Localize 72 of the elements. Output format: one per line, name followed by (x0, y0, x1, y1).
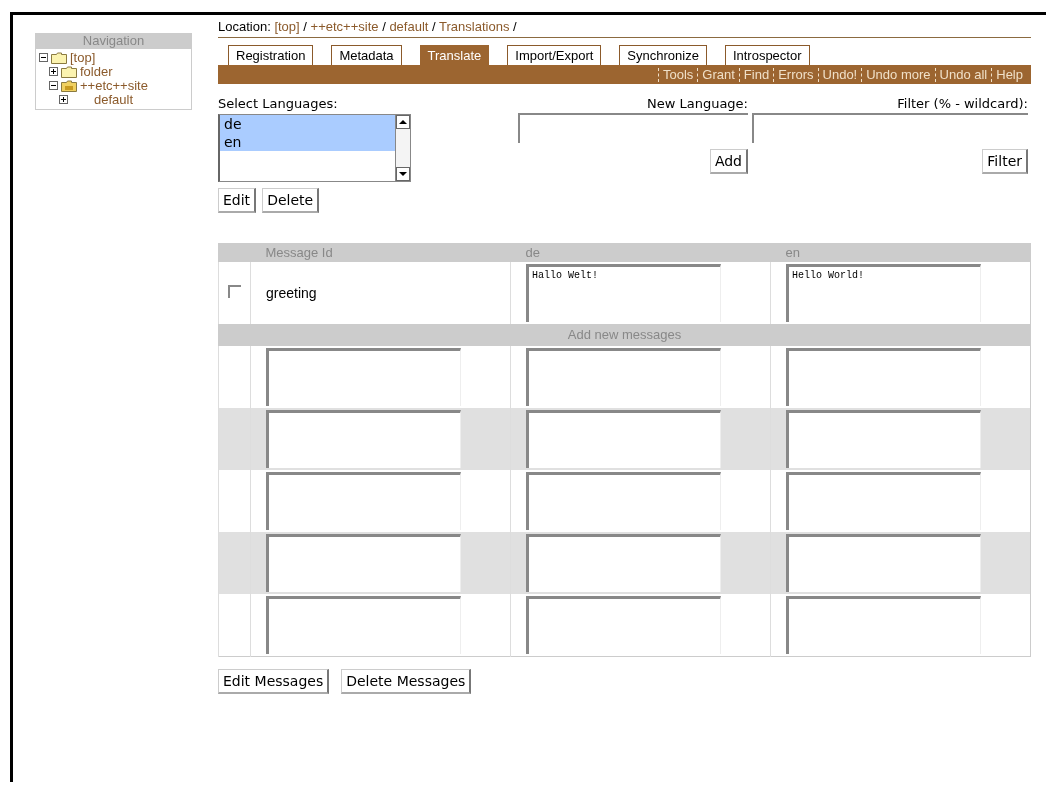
breadcrumb-link[interactable]: ++etc++site (310, 19, 379, 34)
add-button[interactable]: Add (709, 149, 748, 174)
tab[interactable]: Introspector (724, 45, 810, 65)
language-option[interactable]: en (220, 133, 395, 151)
text-area[interactable] (266, 596, 461, 654)
action-link[interactable]: Tools (658, 67, 698, 82)
folder-icon (61, 66, 77, 78)
scroll-down-icon[interactable] (396, 167, 410, 181)
tab[interactable]: Import/Export (507, 45, 602, 65)
text-area[interactable] (526, 472, 721, 530)
text-area[interactable] (526, 534, 721, 592)
column-header: en (770, 243, 1031, 262)
folder-icon (61, 80, 77, 92)
collapse-icon[interactable] (39, 53, 48, 62)
column-header: Message Id (250, 243, 511, 262)
text-area[interactable] (786, 596, 981, 654)
select-languages-label: Select Languages: (218, 96, 339, 111)
text-area[interactable] (266, 534, 461, 592)
text-area[interactable] (526, 348, 721, 406)
breadcrumb-separator: / (513, 19, 517, 34)
tab[interactable]: Synchronize (619, 45, 707, 65)
collapse-icon[interactable] (49, 81, 58, 90)
expand-icon[interactable] (59, 95, 68, 104)
tree-item[interactable]: ++etc++site (80, 79, 148, 93)
text-area[interactable] (526, 410, 721, 468)
filter-label: Filter (% - wildcard): (897, 96, 1028, 111)
scroll-up-icon[interactable] (396, 115, 410, 129)
tree-item[interactable]: [top] (70, 51, 96, 65)
tab[interactable]: Metadata (331, 45, 402, 65)
action-link[interactable]: Errors (774, 67, 818, 82)
action-link[interactable]: Find (739, 67, 774, 82)
breadcrumb-separator: / (303, 19, 307, 34)
checkbox[interactable] (228, 285, 241, 298)
message-button[interactable]: Edit Messages (218, 669, 330, 694)
text-area[interactable] (266, 410, 461, 468)
tab[interactable]: Registration (228, 45, 314, 65)
navigation-title: Navigation (35, 33, 192, 48)
breadcrumb-link[interactable]: default (389, 19, 429, 34)
text-area[interactable] (786, 472, 981, 530)
text-area[interactable] (266, 348, 461, 406)
folder-icon (51, 52, 67, 64)
text-area[interactable] (526, 596, 721, 654)
new-language-label: New Language: (646, 96, 748, 111)
breadcrumb-separator: / (382, 19, 386, 34)
breadcrumb-link[interactable]: Translations (439, 19, 510, 34)
text-area[interactable] (786, 534, 981, 592)
language-button[interactable]: Delete (262, 188, 320, 213)
action-link[interactable]: Undo! (818, 67, 862, 82)
text-area[interactable]: Hello World! (786, 264, 981, 322)
text-area[interactable] (266, 472, 461, 530)
message-button[interactable]: Delete Messages (341, 669, 472, 694)
action-link[interactable]: Help (992, 67, 1027, 82)
message-id: greeting (266, 285, 317, 301)
breadcrumb-separator: / (432, 19, 436, 34)
text-area[interactable] (786, 348, 981, 406)
text-area[interactable] (786, 410, 981, 468)
text-area[interactable]: Hallo Welt! (526, 264, 721, 322)
expand-icon[interactable] (49, 67, 58, 76)
action-link[interactable]: Grant (698, 67, 739, 82)
column-header: de (510, 243, 771, 262)
action-link[interactable]: Undo more (862, 67, 935, 82)
tree-item[interactable]: default (94, 93, 134, 107)
action-link[interactable]: Undo all (935, 67, 992, 82)
filter-button[interactable]: Filter (982, 149, 1028, 174)
language-button[interactable]: Edit (218, 188, 257, 213)
language-list[interactable]: de en (218, 114, 411, 182)
tree-item[interactable]: folder (80, 65, 113, 79)
language-option[interactable]: de (220, 115, 395, 133)
tab[interactable]: Translate (419, 45, 490, 65)
section-header: Add new messages (218, 324, 1031, 346)
location-label: Location: (218, 19, 271, 34)
breadcrumb-link[interactable]: [top] (274, 19, 300, 34)
